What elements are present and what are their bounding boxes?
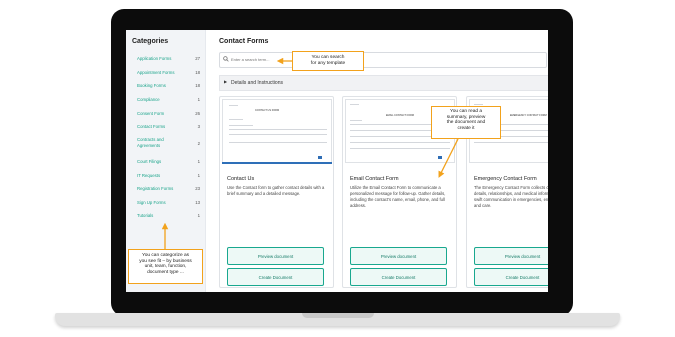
preview-arrow [438, 138, 459, 178]
callout-arrows [161, 57, 459, 249]
